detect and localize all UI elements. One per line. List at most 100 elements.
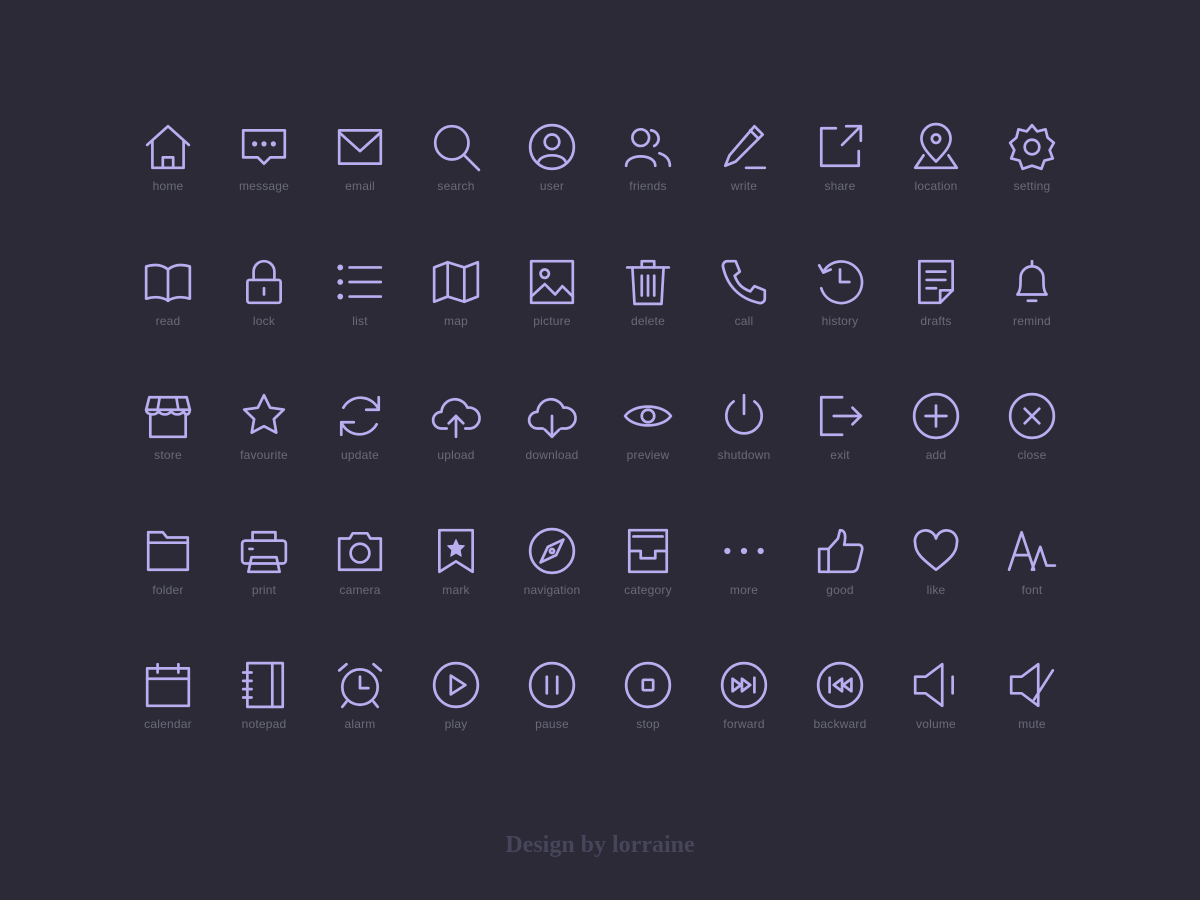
- icon-label: location: [914, 179, 958, 193]
- icon-tile-like: like: [891, 525, 981, 615]
- icon-tile-volume: volume: [891, 659, 981, 749]
- icon-tile-good: good: [795, 525, 885, 615]
- icon-tile-play: play: [411, 659, 501, 749]
- icon-label: email: [345, 179, 375, 193]
- call-icon: [718, 256, 770, 308]
- icon-tile-navigation: navigation: [507, 525, 597, 615]
- icon-label: remind: [1013, 313, 1051, 328]
- icon-tile-drafts: drafts: [891, 256, 981, 346]
- icon-label: read: [155, 313, 181, 328]
- icon-label: pause: [535, 717, 569, 731]
- store-icon: [142, 390, 194, 442]
- icon-tile-home: home: [123, 121, 213, 211]
- icon-tile-exit: exit: [795, 390, 885, 480]
- list-icon: [334, 256, 386, 308]
- icon-label: drafts: [920, 313, 952, 328]
- icon-label: mark: [442, 582, 470, 597]
- icon-label: forward: [723, 717, 765, 731]
- icon-tile-favourite: favourite: [219, 390, 309, 480]
- alarm-icon: [334, 659, 386, 711]
- location-icon: [910, 121, 962, 173]
- forward-icon: [718, 659, 770, 711]
- icon-tile-more: more: [699, 525, 789, 615]
- icon-label: folder: [152, 582, 184, 597]
- friends-icon: [622, 121, 674, 173]
- shutdown-icon: [718, 390, 770, 442]
- preview-icon: [622, 390, 674, 442]
- search-icon: [430, 121, 482, 173]
- icon-label: friends: [629, 179, 667, 193]
- icon-label: write: [730, 179, 758, 193]
- icon-tile-picture: picture: [507, 256, 597, 346]
- icon-label: user: [539, 179, 565, 193]
- icon-label: font: [1021, 582, 1043, 597]
- read-icon: [142, 256, 194, 308]
- icon-label: add: [925, 448, 947, 462]
- icon-label: notepad: [241, 717, 287, 731]
- icon-tile-search: search: [411, 121, 501, 211]
- icon-tile-friends: friends: [603, 121, 693, 211]
- icon-tile-font: font: [987, 525, 1077, 615]
- icon-label: home: [152, 179, 184, 193]
- icon-label: history: [821, 313, 859, 328]
- category-icon: [622, 525, 674, 577]
- icon-label: backward: [813, 717, 867, 731]
- icon-tile-alarm: alarm: [315, 659, 405, 749]
- write-icon: [718, 121, 770, 173]
- mute-icon: [1006, 659, 1058, 711]
- icon-tile-forward: forward: [699, 659, 789, 749]
- icon-tile-close: close: [987, 390, 1077, 480]
- icon-tile-folder: folder: [123, 525, 213, 615]
- icon-label: upload: [437, 448, 475, 462]
- like-icon: [910, 525, 962, 577]
- lock-icon: [238, 256, 290, 308]
- folder-icon: [142, 525, 194, 577]
- map-icon: [430, 256, 482, 308]
- icon-tile-stop: stop: [603, 659, 693, 749]
- icon-tile-pause: pause: [507, 659, 597, 749]
- icon-tile-update: update: [315, 390, 405, 480]
- icon-tile-map: map: [411, 256, 501, 346]
- icon-label: shutdown: [717, 448, 771, 462]
- icon-label: print: [251, 582, 277, 597]
- icon-label: more: [729, 582, 759, 597]
- notepad-icon: [238, 659, 290, 711]
- icon-tile-remind: remind: [987, 256, 1077, 346]
- icon-label: exit: [830, 448, 850, 462]
- favourite-icon: [238, 390, 290, 442]
- home-icon: [142, 121, 194, 173]
- icon-grid: home message email search user friends write sh…: [0, 0, 1200, 900]
- play-icon: [430, 659, 482, 711]
- icon-tile-backward: backward: [795, 659, 885, 749]
- icon-label: favourite: [240, 448, 288, 462]
- icon-label: message: [238, 179, 290, 193]
- close-icon: [1006, 390, 1058, 442]
- icon-tile-print: print: [219, 525, 309, 615]
- volume-icon: [910, 659, 962, 711]
- share-icon: [814, 121, 866, 173]
- calendar-icon: [142, 659, 194, 711]
- icon-tile-email: email: [315, 121, 405, 211]
- icon-label: camera: [339, 582, 381, 597]
- icon-label: stop: [636, 717, 660, 731]
- icon-label: good: [826, 582, 854, 597]
- icon-label: navigation: [523, 582, 581, 597]
- icon-label: download: [525, 448, 579, 462]
- more-icon: [718, 525, 770, 577]
- icon-tile-list: list: [315, 256, 405, 346]
- icon-label: call: [734, 313, 754, 328]
- designer-credit: Design by lorraine: [505, 832, 695, 858]
- icon-label: mute: [1018, 717, 1046, 731]
- icon-label: map: [444, 313, 468, 328]
- download-icon: [526, 390, 578, 442]
- stop-icon: [622, 659, 674, 711]
- picture-icon: [526, 256, 578, 308]
- exit-icon: [814, 390, 866, 442]
- icon-tile-message: message: [219, 121, 309, 211]
- icon-label: calendar: [144, 717, 192, 731]
- add-icon: [910, 390, 962, 442]
- icon-tile-setting: setting: [987, 121, 1077, 211]
- icon-label: share: [824, 179, 856, 193]
- icon-label: setting: [1013, 179, 1051, 193]
- icon-label: category: [624, 582, 672, 597]
